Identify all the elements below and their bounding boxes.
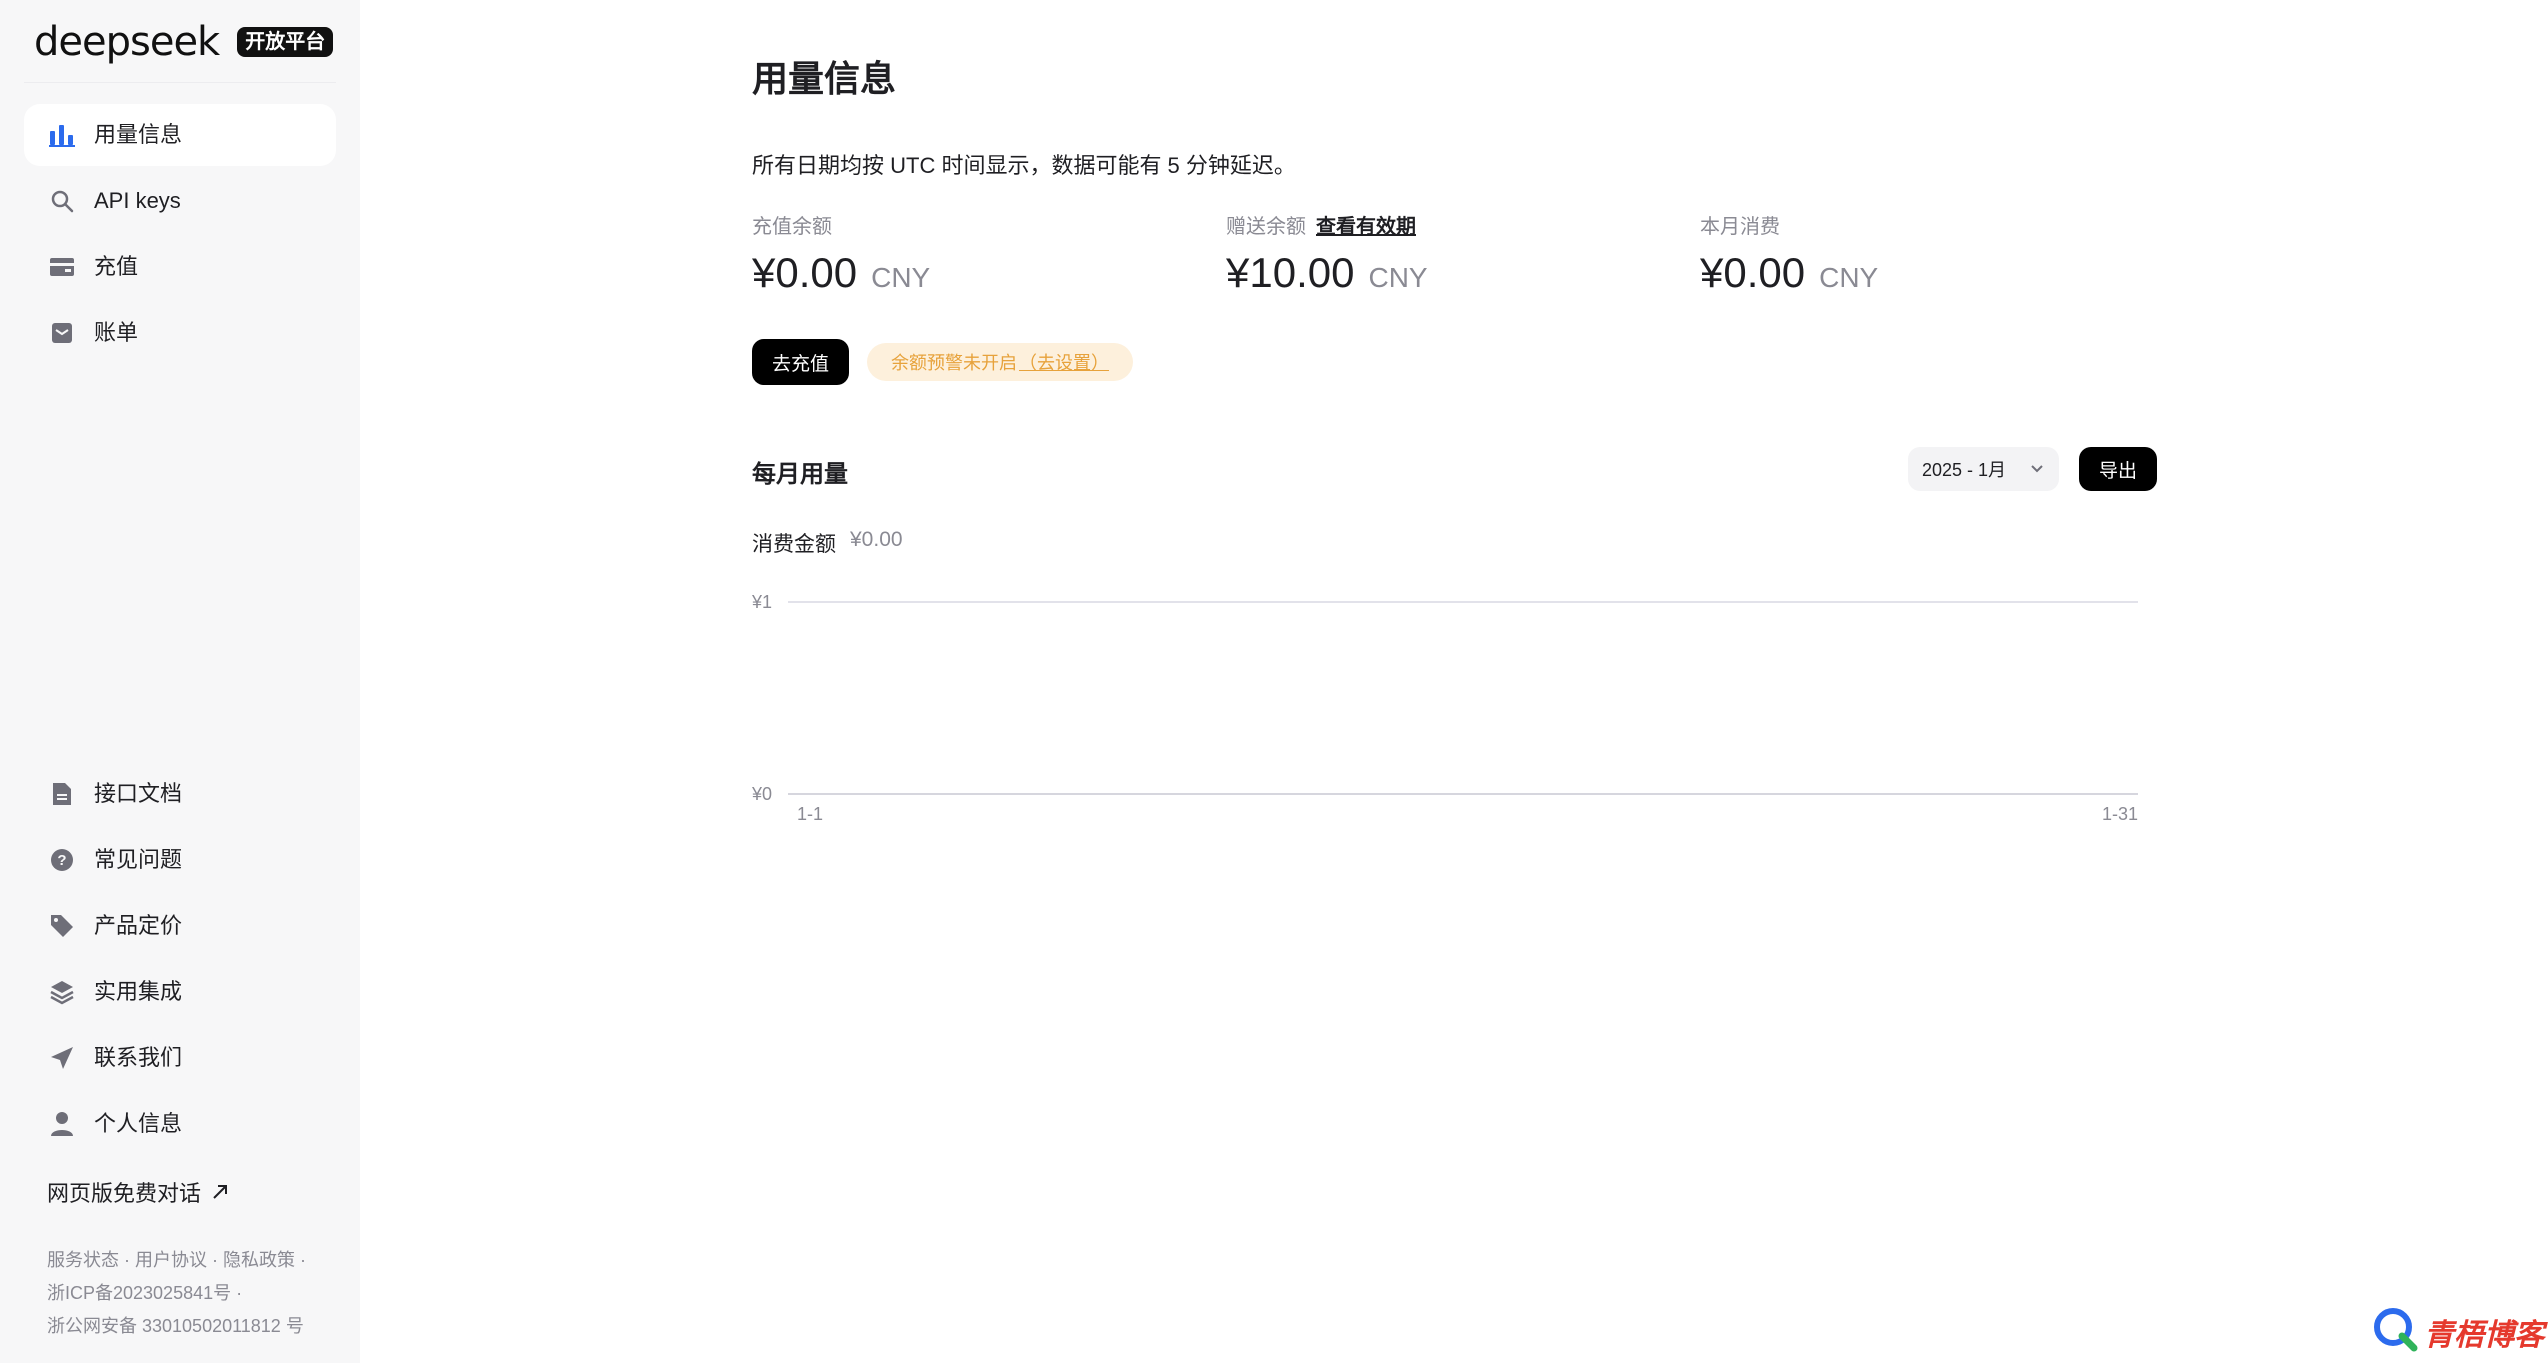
sidebar: deepseek 开放平台 用量信息 API keys 充值 账单 接口文档 ?…	[0, 0, 360, 1363]
footer-line-icp[interactable]: 浙ICP备2023025841号 ·	[47, 1277, 337, 1310]
bill-icon	[48, 319, 76, 347]
footer-links: 服务状态 · 用户协议 · 隐私政策 · 浙ICP备2023025841号 · …	[47, 1244, 337, 1343]
bar-chart-icon	[48, 121, 76, 149]
tag-icon	[48, 912, 76, 940]
chevron-down-icon	[2029, 460, 2045, 481]
sidebar-item-label: 常见问题	[94, 847, 183, 872]
view-validity-link[interactable]: 查看有效期	[1316, 210, 1416, 239]
sidebar-item-contact[interactable]: 联系我们	[24, 1027, 336, 1089]
sidebar-item-pricing[interactable]: 产品定价	[24, 895, 336, 957]
search-icon	[48, 187, 76, 215]
logo-text: deepseek	[34, 19, 220, 65]
sidebar-item-label: 用量信息	[94, 122, 183, 147]
stat-currency: CNY	[1368, 262, 1428, 293]
divider	[24, 82, 336, 83]
question-icon: ?	[48, 846, 76, 874]
sidebar-item-label: API keys	[94, 188, 181, 213]
logo[interactable]: deepseek 开放平台	[34, 18, 334, 66]
external-link-icon	[211, 1183, 229, 1201]
user-icon	[48, 1110, 76, 1138]
footer-line-police[interactable]: 浙公网安备 33010502011812 号	[47, 1310, 337, 1343]
sidebar-item-bills[interactable]: 账单	[24, 302, 336, 364]
stat-label: 充值余额	[752, 216, 832, 238]
sidebar-item-label: 账单	[94, 320, 139, 345]
stat-label: 本月消费	[1700, 216, 1780, 238]
watermark-logo-icon	[2372, 1306, 2418, 1357]
sidebar-item-api-keys[interactable]: API keys	[24, 170, 336, 232]
sidebar-item-integrations[interactable]: 实用集成	[24, 961, 336, 1023]
page-title: 用量信息	[752, 58, 897, 99]
sidebar-item-label: 充值	[94, 254, 139, 279]
stat-gift-balance: 赠送余额 查看有效期 ¥10.00 CNY	[1226, 210, 1686, 297]
sidebar-item-usage[interactable]: 用量信息	[24, 104, 336, 166]
sidebar-item-label: 实用集成	[94, 979, 183, 1004]
stat-currency: CNY	[871, 262, 931, 293]
wallet-icon	[48, 253, 76, 281]
secondary-nav: 接口文档 ? 常见问题 产品定价 实用集成 联系我们 个人信息	[24, 763, 336, 1159]
stat-monthly-spend: 本月消费 ¥0.00 CNY	[1700, 210, 2160, 297]
stat-amount: ¥0.00	[752, 249, 858, 296]
month-select-value: 2025 - 1月	[1922, 460, 2007, 480]
sidebar-item-label: 个人信息	[94, 1111, 183, 1136]
usage-chart: ¥1 ¥0 1-1 1-31	[752, 592, 2138, 824]
primary-nav: 用量信息 API keys 充值 账单	[24, 104, 336, 368]
stat-currency: CNY	[1819, 262, 1879, 293]
svg-text:?: ?	[57, 852, 66, 869]
stat-amount: ¥10.00	[1226, 249, 1355, 296]
balance-alert-pill[interactable]: 余额预警未开启 （去设置）	[867, 343, 1133, 381]
stat-topup-balance: 充值余额 ¥0.00 CNY	[752, 210, 1212, 297]
y-tick-label: ¥1	[752, 592, 772, 612]
y-tick-label: ¥0	[752, 784, 772, 804]
alert-text: 余额预警未开启	[891, 353, 1017, 373]
stat-amount: ¥0.00	[1700, 249, 1806, 296]
layers-icon	[48, 978, 76, 1006]
sidebar-item-label: 产品定价	[94, 913, 183, 938]
watermark-text: 青梧博客	[2424, 1318, 2544, 1352]
topup-button[interactable]: 去充值	[752, 339, 849, 385]
sidebar-item-faq[interactable]: ? 常见问题	[24, 829, 336, 891]
footer-line-policies[interactable]: 服务状态 · 用户协议 · 隐私政策 ·	[47, 1244, 337, 1277]
sidebar-item-label: 联系我们	[94, 1045, 183, 1070]
spend-summary: 消费金额 ¥0.00	[752, 528, 903, 558]
month-select[interactable]: 2025 - 1月	[1908, 447, 2059, 491]
stat-label: 赠送余额	[1226, 216, 1306, 238]
document-icon	[48, 780, 76, 808]
sidebar-item-label: 接口文档	[94, 781, 183, 806]
sidebar-item-topup[interactable]: 充值	[24, 236, 336, 298]
timezone-notice: 所有日期均按 UTC 时间显示，数据可能有 5 分钟延迟。	[752, 153, 1296, 178]
spend-label: 消费金额	[752, 533, 836, 556]
web-chat-label: 网页版免费对话	[47, 1181, 202, 1206]
spend-value: ¥0.00	[850, 528, 903, 551]
web-chat-link[interactable]: 网页版免费对话	[47, 1176, 229, 1208]
sidebar-item-profile[interactable]: 个人信息	[24, 1093, 336, 1155]
platform-badge: 开放平台	[237, 27, 334, 57]
alert-settings-link[interactable]: （去设置）	[1019, 349, 1109, 375]
send-icon	[48, 1044, 76, 1072]
sidebar-item-docs[interactable]: 接口文档	[24, 763, 336, 825]
monthly-usage-title: 每月用量	[752, 461, 848, 488]
watermark: 青梧博客	[2372, 1306, 2544, 1357]
x-tick-label: 1-1	[797, 804, 823, 824]
export-button[interactable]: 导出	[2079, 447, 2157, 491]
x-tick-label: 1-31	[2102, 804, 2138, 824]
